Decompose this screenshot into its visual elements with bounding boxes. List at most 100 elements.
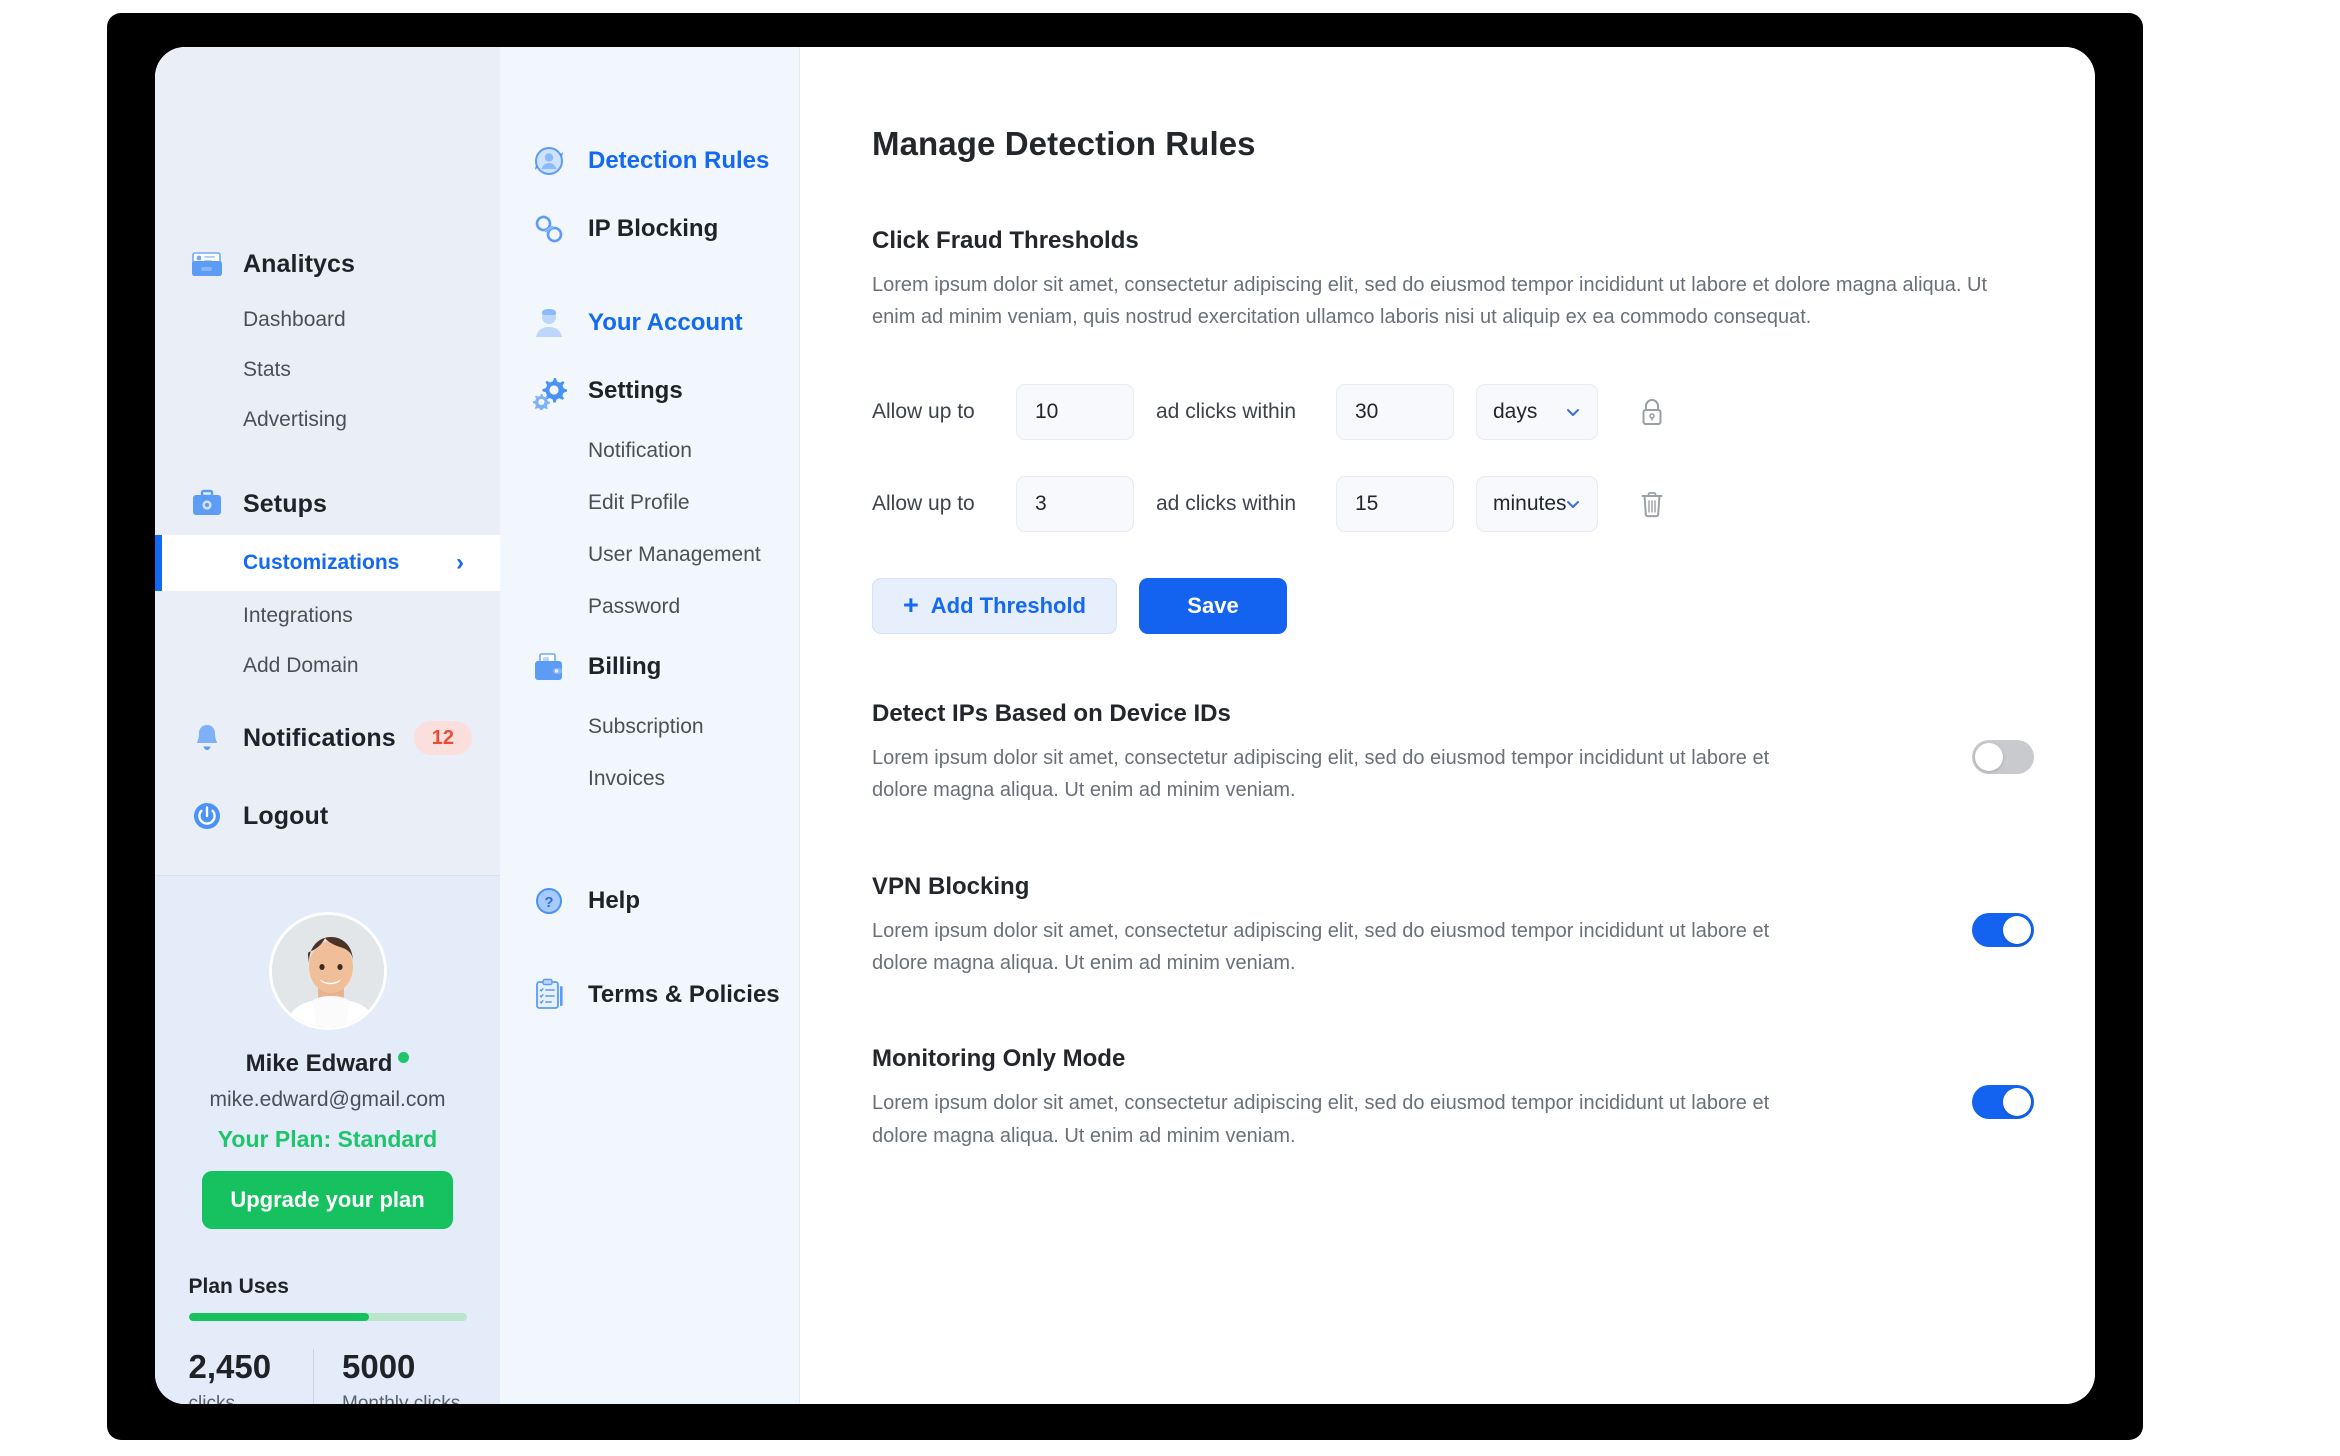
sidebar-item-dashboard[interactable]: Dashboard bbox=[155, 295, 500, 345]
sidebar-item-label: Notifications bbox=[243, 724, 396, 753]
sidebar-item-customizations[interactable]: Customizations › bbox=[155, 535, 500, 591]
trash-icon[interactable] bbox=[1634, 485, 1670, 523]
threshold-unit-select[interactable]: minutes bbox=[1476, 476, 1598, 532]
sidebar-item-stats[interactable]: Stats bbox=[155, 345, 500, 395]
sidebar-group-setups: Setups Customizations › Integrations Add… bbox=[155, 473, 500, 691]
plan-uses-section: Plan Uses bbox=[189, 1275, 467, 1321]
sidebar-group-label: Setups bbox=[243, 490, 327, 519]
nav-item-terms-policies[interactable]: Terms & Policies bbox=[500, 961, 799, 1029]
section-description: Lorem ipsum dolor sit amet, consectetur … bbox=[872, 742, 1792, 807]
section-description: Lorem ipsum dolor sit amet, consectetur … bbox=[872, 915, 1792, 980]
threshold-count-input[interactable] bbox=[1016, 384, 1134, 440]
app-window: Analitycs Dashboard Stats Advertising bbox=[155, 47, 2095, 1404]
nav-subitem-label: Subscription bbox=[588, 715, 704, 739]
notifications-badge: 12 bbox=[414, 721, 472, 755]
threshold-row: Allow up to ad clicks within minutes bbox=[872, 476, 2095, 532]
toggle-section-vpn-blocking: VPN Blocking Lorem ipsum dolor sit amet,… bbox=[872, 873, 2034, 980]
detect-ips-toggle[interactable] bbox=[1972, 740, 2034, 774]
sidebar-item-logout[interactable]: Logout bbox=[155, 785, 500, 847]
nav-item-your-account[interactable]: Your Account bbox=[500, 289, 799, 357]
stat-value: 2,450 bbox=[189, 1349, 314, 1385]
profile-plan: Your Plan: Standard bbox=[218, 1126, 437, 1153]
threshold-middle-label: ad clicks within bbox=[1156, 492, 1314, 516]
nav-subitem-edit-profile[interactable]: Edit Profile bbox=[500, 477, 799, 529]
chevron-down-icon bbox=[1565, 404, 1581, 420]
user-account-icon bbox=[530, 304, 568, 342]
lock-icon[interactable] bbox=[1634, 393, 1670, 431]
sidebar-group-header-setups[interactable]: Setups bbox=[155, 473, 500, 535]
sidebar-group-analytics: Analitycs Dashboard Stats Advertising bbox=[155, 233, 500, 445]
section-description: Lorem ipsum dolor sit amet, consectetur … bbox=[872, 269, 2002, 334]
threshold-unit-select[interactable]: days bbox=[1476, 384, 1598, 440]
threshold-row: Allow up to ad clicks within days bbox=[872, 384, 2095, 440]
add-threshold-button[interactable]: + Add Threshold bbox=[872, 578, 1117, 634]
plan-uses-progress-track bbox=[189, 1313, 467, 1321]
secondary-nav: Detection Rules IP Blocking bbox=[500, 47, 800, 1404]
sidebar-item-label: Dashboard bbox=[243, 308, 346, 332]
nav-subitem-invoices[interactable]: Invoices bbox=[500, 753, 799, 805]
threshold-window-input[interactable] bbox=[1336, 384, 1454, 440]
section-title: Click Fraud Thresholds bbox=[872, 227, 2095, 255]
nav-item-label: Your Account bbox=[588, 309, 743, 337]
upgrade-plan-button[interactable]: Upgrade your plan bbox=[202, 1171, 452, 1229]
nav-subitem-label: Edit Profile bbox=[588, 491, 690, 515]
sidebar-item-advertising[interactable]: Advertising bbox=[155, 395, 500, 445]
wallet-analytics-icon bbox=[189, 246, 225, 282]
plan-stats-row: 2,450 clicks reviewed 5000 Monthly click… bbox=[189, 1349, 467, 1404]
detection-rules-icon bbox=[530, 142, 568, 180]
briefcase-setups-icon bbox=[189, 486, 225, 522]
chevron-down-icon bbox=[1565, 496, 1581, 512]
nav-item-detection-rules[interactable]: Detection Rules bbox=[500, 127, 799, 195]
svg-text:?: ? bbox=[544, 894, 553, 911]
vpn-blocking-toggle[interactable] bbox=[1972, 913, 2034, 947]
nav-subitem-password[interactable]: Password bbox=[500, 581, 799, 633]
toggle-knob bbox=[2003, 916, 2031, 944]
nav-item-help[interactable]: ? Help bbox=[500, 867, 799, 935]
bell-icon bbox=[189, 720, 225, 756]
threshold-count-input[interactable] bbox=[1016, 476, 1134, 532]
nav-item-settings[interactable]: Settings bbox=[500, 357, 799, 425]
sidebar-item-label: Integrations bbox=[243, 604, 353, 628]
threshold-window-input[interactable] bbox=[1336, 476, 1454, 532]
nav-item-label: Detection Rules bbox=[588, 147, 769, 175]
sidebar-group-header-analytics[interactable]: Analitycs bbox=[155, 233, 500, 295]
nav-item-label: Settings bbox=[588, 377, 683, 405]
stat-monthly-clicks: 5000 Monthly clicks bbox=[313, 1349, 467, 1404]
sidebar-item-notifications[interactable]: Notifications 12 bbox=[155, 707, 500, 769]
toggle-section-monitoring-only: Monitoring Only Mode Lorem ipsum dolor s… bbox=[872, 1045, 2034, 1152]
clipboard-icon bbox=[530, 976, 568, 1014]
sidebar-item-label: Add Domain bbox=[243, 654, 359, 678]
chevron-right-icon: › bbox=[456, 549, 464, 577]
page-title: Manage Detection Rules bbox=[872, 125, 2095, 163]
nav-subitem-subscription[interactable]: Subscription bbox=[500, 701, 799, 753]
chain-link-icon bbox=[530, 210, 568, 248]
gears-icon bbox=[530, 372, 568, 410]
section-description: Lorem ipsum dolor sit amet, consectetur … bbox=[872, 1087, 1792, 1152]
nav-subitem-label: Invoices bbox=[588, 767, 665, 791]
nav-item-label: IP Blocking bbox=[588, 215, 718, 243]
section-title: Detect IPs Based on Device IDs bbox=[872, 700, 1954, 728]
nav-subitem-user-management[interactable]: User Management bbox=[500, 529, 799, 581]
sidebar-item-label: Advertising bbox=[243, 408, 347, 432]
threshold-actions: + Add Threshold Save bbox=[872, 578, 2095, 634]
sidebar-item-add-domain[interactable]: Add Domain bbox=[155, 641, 500, 691]
avatar[interactable] bbox=[269, 912, 387, 1030]
plan-uses-label: Plan Uses bbox=[189, 1275, 467, 1299]
nav-item-billing[interactable]: Billing bbox=[500, 633, 799, 701]
sidebar-item-label: Logout bbox=[243, 802, 328, 831]
stat-label: clicks reviewed bbox=[189, 1393, 314, 1404]
threshold-unit-value: days bbox=[1493, 400, 1537, 424]
save-button[interactable]: Save bbox=[1139, 578, 1287, 634]
stat-value: 5000 bbox=[342, 1349, 467, 1385]
nav-subitem-notification[interactable]: Notification bbox=[500, 425, 799, 477]
sidebar-group-label: Analitycs bbox=[243, 250, 355, 279]
threshold-prefix-label: Allow up to bbox=[872, 492, 994, 516]
nav-item-ip-blocking[interactable]: IP Blocking bbox=[500, 195, 799, 263]
power-icon bbox=[189, 798, 225, 834]
sidebar-item-integrations[interactable]: Integrations bbox=[155, 591, 500, 641]
help-circle-icon: ? bbox=[530, 882, 568, 920]
profile-email: mike.edward@gmail.com bbox=[209, 1088, 445, 1112]
nav-subitem-label: Notification bbox=[588, 439, 692, 463]
nav-subitem-label: Password bbox=[588, 595, 680, 619]
monitoring-only-toggle[interactable] bbox=[1972, 1085, 2034, 1119]
